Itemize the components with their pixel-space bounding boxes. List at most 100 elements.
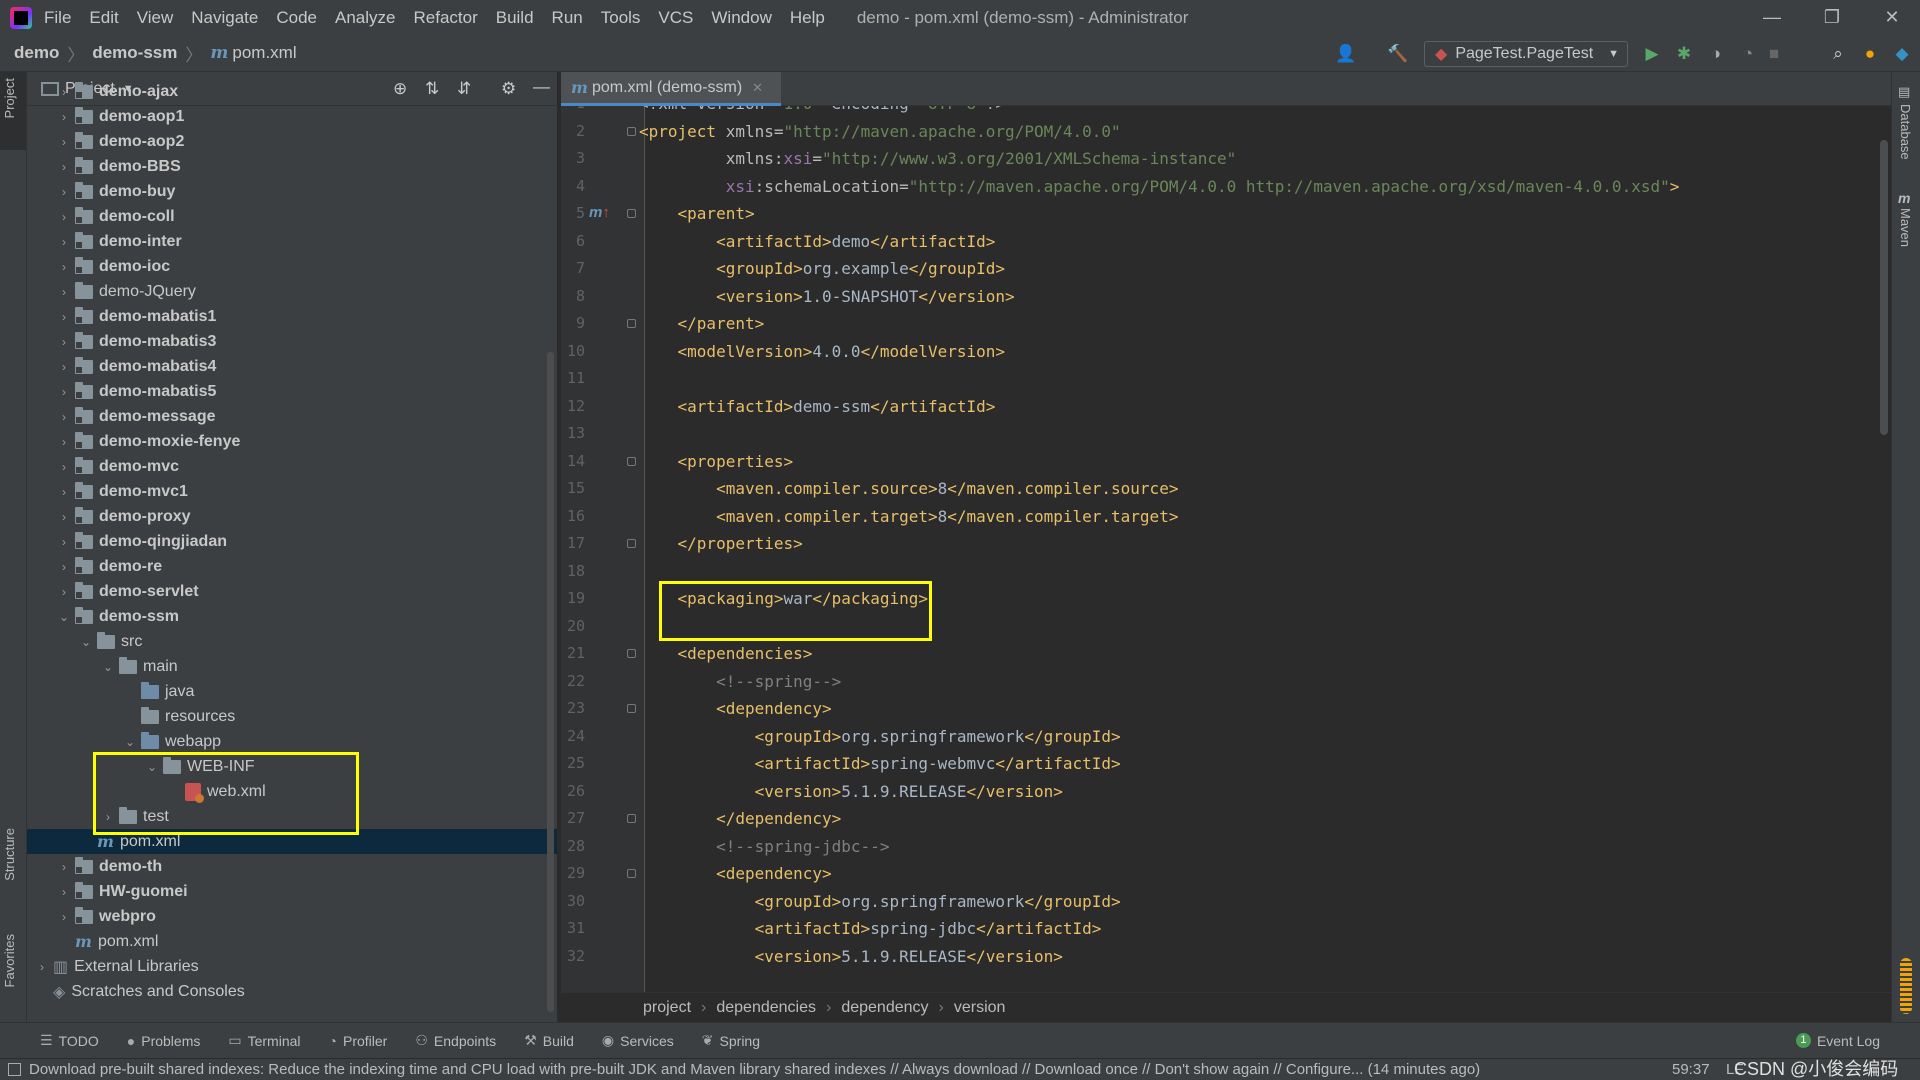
tool-button-problems[interactable]: ● Problems (127, 1032, 201, 1049)
code-line[interactable]: <modelVersion>4.0.0</modelVersion> (639, 338, 1006, 366)
tab-pom-xml[interactable]: m pom.xml (demo-ssm) ✕ (561, 72, 781, 106)
tree-item[interactable]: › demo-coll (27, 204, 557, 229)
code-line[interactable]: <!--spring-jdbc--> (639, 833, 889, 861)
status-message[interactable]: Download pre-built shared indexes: Reduc… (29, 1061, 1649, 1078)
tree-item[interactable]: › demo-mvc1 (27, 479, 557, 504)
run-configuration-select[interactable]: ◆ PageTest.PageTest ▼ (1424, 41, 1628, 67)
tree-item[interactable]: › demo-mabatis3 (27, 329, 557, 354)
tree-item[interactable]: › HW-guomei (27, 879, 557, 904)
chevron-right-icon[interactable]: › (57, 135, 71, 149)
chevron-right-icon[interactable]: › (57, 460, 71, 474)
code-line[interactable]: <project xmlns="http://maven.apache.org/… (639, 118, 1121, 146)
breadcrumb-module[interactable]: demo-ssm (92, 43, 177, 63)
tree-item[interactable]: › demo-aop1 (27, 104, 557, 129)
fold-marker-icon[interactable] (627, 456, 636, 466)
tree-item[interactable]: ⌄ webapp (27, 729, 557, 754)
fold-marker-icon[interactable] (627, 319, 636, 328)
chevron-right-icon[interactable]: › (57, 860, 71, 874)
tree-item[interactable]: › demo-inter (27, 229, 557, 254)
tree-item[interactable]: m pom.xml (27, 929, 557, 954)
run-icon[interactable]: ▶ (1642, 44, 1662, 64)
chevron-right-icon[interactable]: › (57, 410, 71, 424)
tree-item[interactable]: › demo-mvc (27, 454, 557, 479)
menu-file[interactable]: File (44, 8, 71, 28)
tree-item[interactable]: ⌄ src (27, 629, 557, 654)
code-line[interactable]: <dependency> (639, 695, 832, 723)
breadcrumb-file[interactable]: pom.xml (232, 43, 296, 63)
profile-icon[interactable]: ◔ (1738, 44, 1758, 64)
tree-item[interactable]: ◈ Scratches and Consoles (27, 979, 557, 1004)
tree-item[interactable]: › demo-aop2 (27, 129, 557, 154)
chevron-right-icon[interactable]: › (57, 285, 71, 299)
code-line[interactable]: <parent> (639, 200, 755, 228)
chevron-right-icon[interactable]: › (57, 335, 71, 349)
stop-icon[interactable]: ■ (1764, 44, 1784, 64)
code-line[interactable]: <!--spring--> (639, 668, 841, 696)
code-line[interactable]: xmlns:xsi="http://www.w3.org/2001/XMLSch… (639, 145, 1237, 173)
tree-item[interactable]: › demo-mabatis5 (27, 379, 557, 404)
code-line[interactable]: <?xml version="1.0" encoding="UTF-8"?> (639, 106, 1005, 118)
tree-item[interactable]: › demo-buy (27, 179, 557, 204)
chevron-right-icon[interactable]: › (57, 310, 71, 324)
chevron-right-icon[interactable]: › (57, 235, 71, 249)
tool-button-profiler[interactable]: ◔ Profiler (329, 1032, 388, 1049)
code-line[interactable]: <artifactId>demo-ssm</artifactId> (639, 393, 996, 421)
tree-item[interactable]: › demo-re (27, 554, 557, 579)
status-toggle-icon[interactable] (8, 1063, 21, 1076)
build-hammer-icon[interactable]: 🔨 (1387, 44, 1408, 64)
chevron-right-icon[interactable]: › (35, 960, 49, 974)
fold-marker-icon[interactable] (627, 869, 636, 878)
tree-item[interactable]: › demo-ioc (27, 254, 557, 279)
chevron-right-icon[interactable]: › (57, 360, 71, 374)
overrides-parent-icon[interactable]: m↑ (589, 204, 610, 221)
tool-button-build[interactable]: ⚒ Build (524, 1032, 574, 1049)
menu-window[interactable]: Window (711, 8, 771, 28)
chevron-right-icon[interactable]: › (57, 560, 71, 574)
chevron-right-icon[interactable]: › (57, 910, 71, 924)
menu-edit[interactable]: Edit (89, 8, 118, 28)
update-icon[interactable]: ● (1860, 44, 1880, 64)
close-tab-icon[interactable]: ✕ (752, 80, 763, 96)
tree-item[interactable]: resources (27, 704, 557, 729)
database-tool-tab[interactable]: Database (1898, 104, 1913, 160)
editor-breadcrumb-item[interactable]: version (954, 999, 1006, 1017)
chevron-right-icon[interactable]: › (57, 185, 71, 199)
maven-tool-tab[interactable]: Maven (1898, 208, 1913, 247)
chevron-right-icon[interactable]: › (57, 535, 71, 549)
menu-refactor[interactable]: Refactor (413, 8, 477, 28)
user-icon[interactable]: 👤 (1335, 44, 1356, 64)
tree-item[interactable]: › demo-mabatis1 (27, 304, 557, 329)
menu-view[interactable]: View (137, 8, 174, 28)
menu-code[interactable]: Code (276, 8, 317, 28)
tree-item[interactable]: › demo-proxy (27, 504, 557, 529)
restore-icon[interactable]: ❐ (1804, 0, 1860, 35)
code-line[interactable]: </dependency> (639, 805, 841, 833)
menu-analyze[interactable]: Analyze (335, 8, 395, 28)
editor-breadcrumb-item[interactable]: dependencies (716, 999, 816, 1017)
menu-navigate[interactable]: Navigate (191, 8, 258, 28)
editor-breadcrumb-item[interactable]: project (643, 999, 691, 1017)
menu-help[interactable]: Help (790, 8, 825, 28)
tool-button-spring[interactable]: ❦ Spring (702, 1032, 760, 1049)
code-line[interactable]: <artifactId>spring-jdbc</artifactId> (639, 915, 1102, 943)
fold-marker-icon[interactable] (627, 814, 636, 823)
chevron-down-icon[interactable]: ⌄ (101, 660, 115, 674)
chevron-right-icon[interactable]: › (57, 160, 71, 174)
chevron-down-icon[interactable]: ⌄ (123, 735, 137, 749)
code-line[interactable]: <version>5.1.9.RELEASE</version> (639, 778, 1063, 806)
chevron-right-icon[interactable]: › (57, 435, 71, 449)
code-line[interactable]: <version>1.0-SNAPSHOT</version> (639, 283, 1015, 311)
menu-build[interactable]: Build (496, 8, 534, 28)
project-scrollbar[interactable] (547, 352, 554, 1012)
chevron-right-icon[interactable]: › (57, 85, 71, 99)
code-line[interactable]: <dependency> (639, 860, 832, 888)
code-line[interactable]: xsi:schemaLocation="http://maven.apache.… (639, 173, 1680, 201)
tree-item[interactable]: › ▥ External Libraries (27, 954, 557, 979)
menu-vcs[interactable]: VCS (658, 8, 693, 28)
chevron-right-icon[interactable]: › (57, 385, 71, 399)
fold-marker-icon[interactable] (627, 209, 636, 218)
plugin-icon[interactable]: ◆ (1892, 44, 1912, 64)
code-line[interactable]: </properties> (639, 530, 803, 558)
tree-item[interactable]: › demo-qingjiadan (27, 529, 557, 554)
menu-tools[interactable]: Tools (601, 8, 641, 28)
